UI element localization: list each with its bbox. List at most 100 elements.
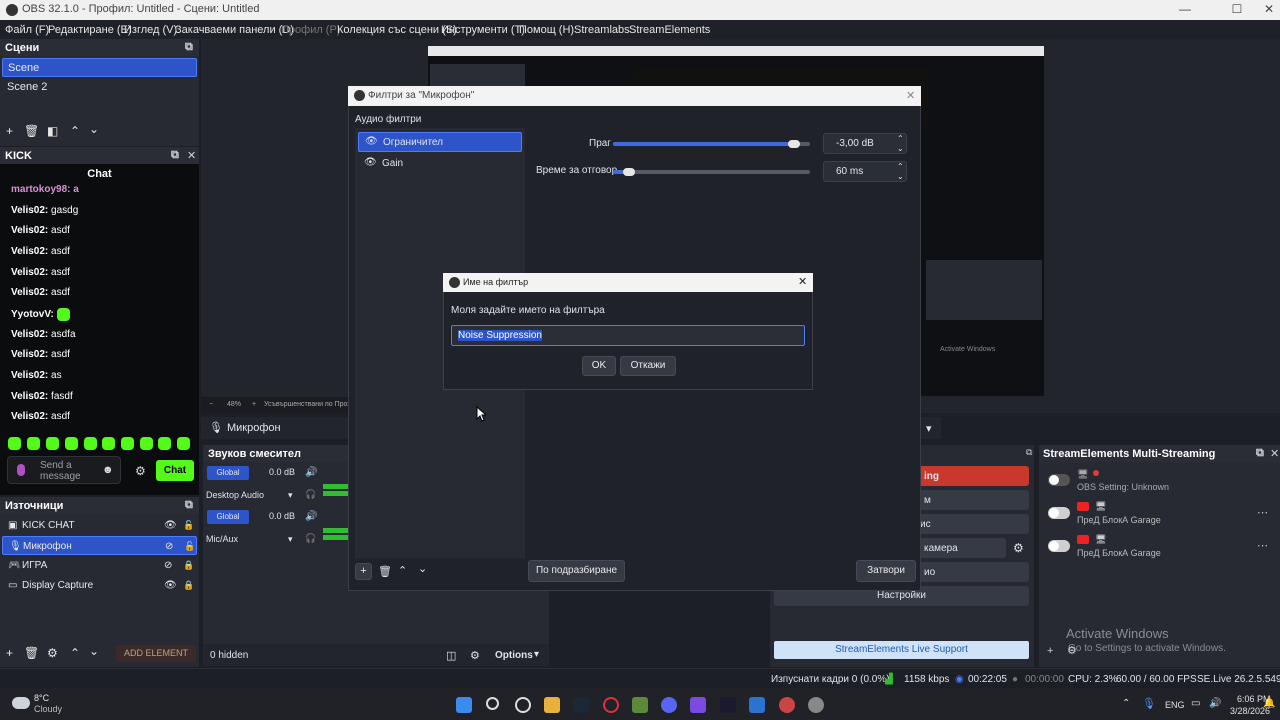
move-down-icon[interactable]: ⌄ xyxy=(89,122,99,136)
close-icon[interactable]: ✕ xyxy=(1270,447,1279,460)
source-properties-icon[interactable]: ⚙ xyxy=(47,646,58,660)
notification-bell-icon[interactable]: 🔔 xyxy=(1263,698,1275,709)
headphones-icon[interactable]: 🎧 xyxy=(305,489,316,500)
source-item[interactable]: 🎙 Микрофон ⊘ 🔓 xyxy=(2,536,197,555)
opera-icon[interactable] xyxy=(603,697,619,713)
settings-gear-icon[interactable]: ⚙ xyxy=(1013,541,1024,555)
microphone-icon[interactable]: 🎙 xyxy=(1142,697,1156,710)
app-icon[interactable] xyxy=(720,697,736,713)
volume-icon[interactable]: 🔊 xyxy=(305,467,317,478)
release-slider[interactable] xyxy=(613,170,810,174)
emote-icon[interactable] xyxy=(140,437,153,450)
emote-icon[interactable] xyxy=(158,437,171,450)
visibility-eye-icon[interactable]: 👁 xyxy=(164,576,177,595)
defaults-button[interactable]: По подразбиране xyxy=(528,560,625,582)
zoom-out-icon[interactable]: − xyxy=(209,401,213,408)
headphones-icon[interactable]: 🎧 xyxy=(305,533,316,544)
visibility-hidden-icon[interactable]: ⊘ xyxy=(165,537,173,556)
menu-docks[interactable]: Закачваеми панели (D) xyxy=(175,24,294,36)
close-icon[interactable]: ✕ xyxy=(906,89,915,102)
emote-icon[interactable] xyxy=(46,437,59,450)
minimize-button[interactable]: — xyxy=(1165,2,1205,16)
undock-icon[interactable]: ⧉ xyxy=(171,149,179,162)
chevron-down-icon[interactable]: ⌄ xyxy=(897,144,904,153)
threshold-input[interactable]: -3,00 dB xyxy=(823,133,907,154)
chevron-up-icon[interactable]: ⌃ xyxy=(1122,698,1130,709)
chevron-down-icon[interactable]: ▾ xyxy=(288,534,293,545)
menu-profile[interactable]: Профил (P) xyxy=(281,24,340,36)
chevron-down-icon[interactable]: ⌄ xyxy=(897,172,904,181)
menu-scene-collection[interactable]: Колекция със сцени (S) xyxy=(337,24,457,36)
volume-icon[interactable]: 🔊 xyxy=(305,511,317,522)
toggle-switch[interactable] xyxy=(1048,507,1070,519)
app-icon[interactable] xyxy=(690,697,706,713)
emote-icon[interactable] xyxy=(65,437,78,450)
emote-icon[interactable] xyxy=(27,437,40,450)
visibility-hidden-icon[interactable]: ⊘ xyxy=(164,556,172,575)
move-down-icon[interactable]: ⌄ xyxy=(418,562,427,575)
chevron-up-icon[interactable]: ⌃ xyxy=(897,134,904,143)
emote-icon[interactable] xyxy=(177,437,190,450)
remove-source-icon[interactable]: 🗑 xyxy=(24,646,39,660)
scene-item[interactable]: Scene 2 xyxy=(2,78,197,97)
move-up-icon[interactable]: ⌃ xyxy=(70,124,80,138)
menu-tools[interactable]: Инструменти (T) xyxy=(441,24,525,36)
threshold-slider-handle[interactable] xyxy=(788,140,801,148)
menu-help[interactable]: Помощ (H) xyxy=(519,24,574,36)
settings-gear-icon[interactable]: ⚙ xyxy=(1067,644,1077,657)
close-button[interactable]: ✕ xyxy=(1249,2,1280,16)
release-input[interactable]: 60 ms xyxy=(823,161,907,182)
visibility-eye-icon[interactable]: 👁 xyxy=(364,157,377,168)
cancel-button[interactable]: Откажи xyxy=(620,356,676,376)
emote-icon[interactable] xyxy=(102,437,115,450)
global-badge[interactable]: Global xyxy=(207,510,249,524)
chat-send-button[interactable]: Chat xyxy=(156,460,194,481)
windows-start-icon[interactable] xyxy=(456,697,472,713)
undock-icon[interactable]: ⧉ xyxy=(1026,447,1032,458)
chat-user[interactable]: Velis02: xyxy=(11,225,48,236)
move-up-icon[interactable]: ⌃ xyxy=(398,564,407,577)
filter-item[interactable]: 👁 Gain xyxy=(358,154,522,174)
more-icon[interactable]: ⋯ xyxy=(1257,539,1268,552)
chat-user[interactable]: YyotovV: xyxy=(11,309,54,320)
steam-icon[interactable] xyxy=(573,697,589,713)
visibility-eye-icon[interactable]: 👁 xyxy=(164,516,177,535)
lock-icon[interactable]: 🔒 xyxy=(183,556,194,575)
source-item[interactable]: ▣ KICK CHAT 👁 🔓 xyxy=(2,516,197,535)
scene-item[interactable]: Scene xyxy=(2,58,197,77)
global-badge[interactable]: Global xyxy=(207,466,249,480)
visibility-eye-icon[interactable]: 👁 xyxy=(365,136,378,147)
add-icon[interactable]: + xyxy=(1047,645,1053,657)
move-down-icon[interactable]: ⌄ xyxy=(89,644,99,658)
source-item[interactable]: ▭ Display Capture 👁 🔒 xyxy=(2,576,197,595)
move-up-icon[interactable]: ⌃ xyxy=(70,646,80,660)
chat-user[interactable]: Velis02: xyxy=(11,246,48,257)
chevron-down-icon[interactable]: ▾ xyxy=(288,490,293,501)
network-icon[interactable]: ▭ xyxy=(1191,698,1200,709)
chat-user[interactable]: Velis02: xyxy=(11,205,48,216)
search-icon[interactable] xyxy=(486,697,499,710)
layout-icon[interactable]: ◫ xyxy=(446,649,456,662)
chat-user[interactable]: Velis02: xyxy=(11,349,48,360)
advanced-audio-icon[interactable]: ⚙ xyxy=(470,649,480,662)
emote-icon[interactable] xyxy=(8,437,21,450)
menu-streamelements[interactable]: StreamElements xyxy=(629,24,710,36)
task-view-icon[interactable] xyxy=(515,697,531,713)
emote-icon[interactable] xyxy=(84,437,97,450)
chat-user[interactable]: Velis02: xyxy=(11,287,48,298)
settings-gear-icon[interactable]: ⚙ xyxy=(135,464,146,478)
menu-file[interactable]: Файл (F) xyxy=(5,24,49,36)
chat-user[interactable]: Velis02: xyxy=(11,370,48,381)
volume-icon[interactable]: 🔊 xyxy=(1209,698,1221,709)
source-item[interactable]: 🎮 ИГРА ⊘ 🔒 xyxy=(2,556,197,575)
chat-user[interactable]: Velis02: xyxy=(11,267,48,278)
ok-button[interactable]: OK xyxy=(582,356,616,376)
filters-close-button[interactable]: Затвори xyxy=(856,560,916,582)
language-indicator[interactable]: ENG xyxy=(1165,700,1185,710)
toggle-switch[interactable] xyxy=(1048,474,1070,486)
chevron-up-icon[interactable]: ⌃ xyxy=(897,162,904,171)
add-scene-icon[interactable]: + xyxy=(6,124,13,138)
emote-icon[interactable] xyxy=(121,437,134,450)
menu-edit[interactable]: Редактиране (E) xyxy=(48,24,132,36)
unlock-icon[interactable]: 🔓 xyxy=(183,516,194,535)
